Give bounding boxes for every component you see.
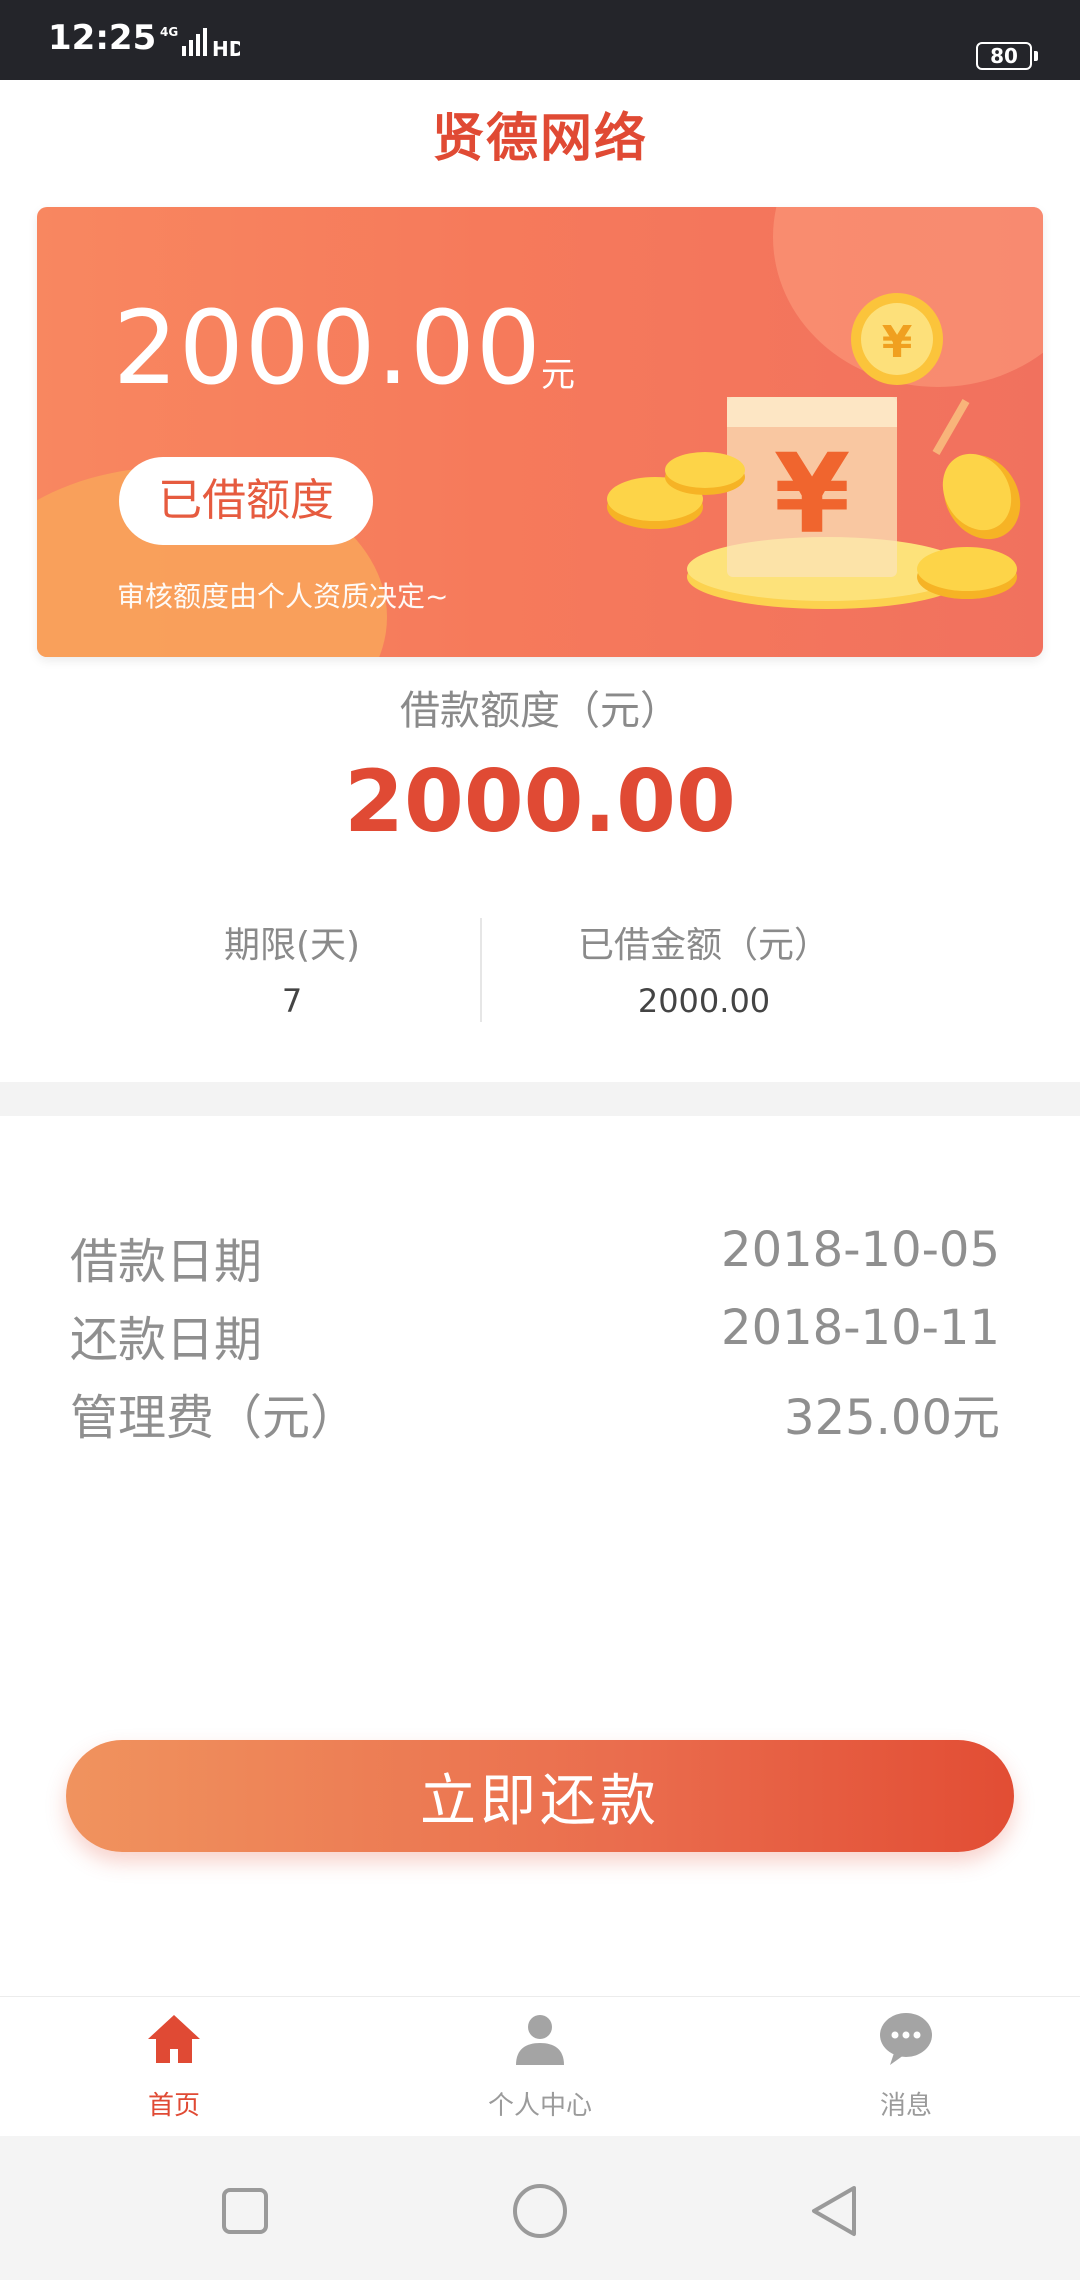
home-icon	[148, 2015, 200, 2063]
svg-text:¥: ¥	[774, 430, 851, 558]
bottom-tab-bar: 首页 个人中心 消息	[0, 1996, 1080, 2137]
borrowed-label: 已借金额（元）	[577, 925, 830, 966]
tab-home[interactable]: 首页	[44, 1997, 304, 2137]
svg-text:4G: 4G	[160, 25, 178, 39]
quota-value: 2000.00	[344, 752, 736, 852]
term-stat: 期限(天) 7	[72, 916, 512, 1020]
section-divider	[0, 1082, 1080, 1116]
tab-messages[interactable]: 消息	[776, 1997, 1036, 2137]
recent-apps-icon[interactable]	[200, 2166, 290, 2256]
svg-text:HD: HD	[212, 37, 240, 61]
banner-amount: 2000.00	[113, 289, 542, 408]
signal-icon: 4G HD	[160, 25, 240, 61]
svg-text:¥: ¥	[882, 317, 913, 368]
back-nav-icon[interactable]	[790, 2166, 880, 2256]
user-icon	[516, 2015, 564, 2065]
detail-key: 管理费（元）	[70, 1390, 359, 1446]
borrowed-quota-badge: 已借额度	[119, 457, 373, 545]
borrowed-stat: 已借金额（元） 2000.00	[484, 916, 924, 1020]
stat-divider	[480, 918, 482, 1022]
term-value: 7	[281, 982, 303, 1020]
tab-personal-center[interactable]: 个人中心	[410, 1997, 670, 2137]
message-icon	[880, 2013, 932, 2065]
status-bar: 12:25 4G HD 80	[0, 0, 1080, 80]
detail-value: 2018-10-11	[721, 1300, 1000, 1356]
loan-date-row: 借款日期 2018-10-05	[70, 1222, 1000, 1292]
repay-now-button[interactable]: 立即还款	[66, 1740, 1014, 1852]
status-time: 12:25	[48, 18, 157, 58]
detail-value: 2018-10-05	[721, 1222, 1000, 1278]
quota-label: 借款额度（元）	[400, 688, 680, 734]
management-fee-row: 管理费（元） 325.00元	[70, 1378, 1000, 1448]
coin-money-box-icon: ¥ ¥	[607, 293, 1021, 609]
system-nav-bar	[0, 2136, 1080, 2280]
banner-amount-unit: 元	[541, 355, 575, 395]
repay-date-row: 还款日期 2018-10-11	[70, 1300, 1000, 1370]
detail-value: 325.00元	[784, 1390, 1000, 1446]
home-nav-icon[interactable]	[495, 2166, 585, 2256]
borrowed-value: 2000.00	[637, 982, 771, 1020]
banner-note: 审核额度由个人资质决定~	[117, 580, 449, 613]
tab-label: 个人中心	[487, 2091, 592, 2121]
detail-key: 还款日期	[70, 1312, 263, 1368]
detail-key: 借款日期	[70, 1234, 263, 1290]
term-label: 期限(天)	[223, 925, 361, 966]
tab-label: 消息	[879, 2091, 932, 2121]
credit-banner: 2000.00 元 已借额度 审核额度由个人资质决定~ ¥ ¥	[37, 207, 1043, 657]
tab-label: 首页	[147, 2091, 200, 2121]
page-title: 贤德网络	[431, 109, 648, 169]
battery-icon: 80	[976, 42, 1038, 70]
